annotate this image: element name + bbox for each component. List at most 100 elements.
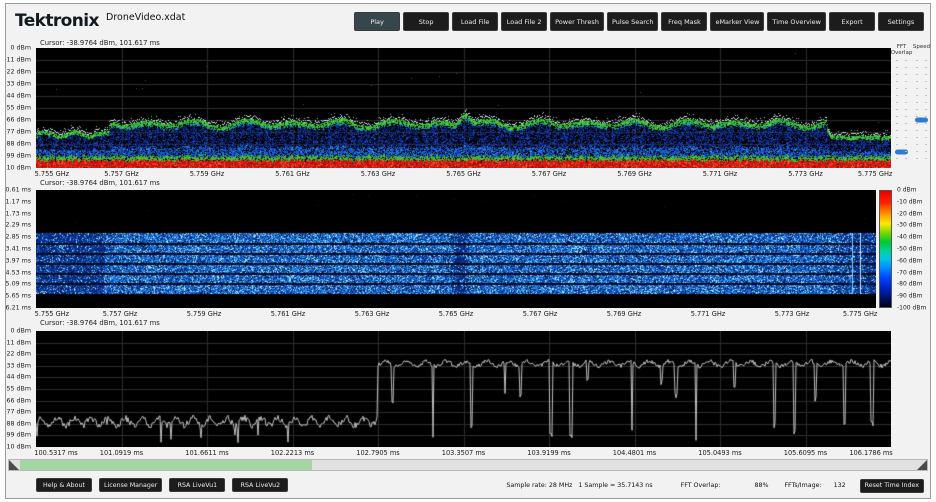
- colorbar-tick: -10 dBm: [897, 198, 922, 205]
- spectrum-y-tick: -88 dBm: [5, 141, 31, 148]
- fft-overlap-slider[interactable]: FFT Overlap: [893, 44, 910, 174]
- fft-overlap-slider-thumb[interactable]: [895, 149, 908, 154]
- spectrum-x-tick: 5.771 GHz: [703, 170, 738, 178]
- scroll-left-arrow-icon[interactable]: [9, 460, 19, 470]
- speed-slider-thumb[interactable]: [915, 118, 928, 123]
- spectrum-y-tick: -110 dBm: [5, 165, 31, 172]
- spectrogram-x-tick: 5.761 GHz: [271, 310, 306, 318]
- spectrum-y-tick: -33 dBm: [5, 81, 31, 88]
- spectrum-x-tick: 5.773 GHz: [788, 170, 823, 178]
- amplitude-y-tick: -55 dBm: [5, 386, 31, 393]
- spectrum-x-tick: 5.757 GHz: [104, 170, 139, 178]
- footer-button-help-about[interactable]: Help & About: [36, 478, 92, 492]
- toolbar-button-play[interactable]: Play: [354, 12, 400, 31]
- spectrum-y-axis: 0 dBm-11 dBm-22 dBm-33 dBm-44 dBm-55 dBm…: [6, 48, 34, 168]
- footer-button-rsa-livevu2[interactable]: RSA LiveVu2: [232, 478, 288, 492]
- spectrum-x-tick: 5.763 GHz: [361, 170, 396, 178]
- amplitude-y-tick: -110 dBm: [5, 444, 31, 451]
- toolbar-button-freq-mask[interactable]: Freq Mask: [661, 12, 707, 31]
- speed-slider-track[interactable]: [915, 60, 928, 164]
- amplitude-y-tick: -33 dBm: [5, 362, 31, 369]
- toolbar-button-stop[interactable]: Stop: [403, 12, 449, 31]
- fft-overlap-status-value: 88%: [754, 482, 768, 489]
- amplitude-x-tick: 104.4801 ms: [613, 449, 656, 457]
- spectrogram-x-tick: 5.757 GHz: [103, 310, 138, 318]
- amplitude-x-tick: 100.5317 ms: [34, 449, 77, 457]
- app-window: Tektronix DroneVideo.xdat PlayStopLoad F…: [5, 3, 931, 499]
- speed-slider[interactable]: Speed: [913, 44, 930, 174]
- spectrum-x-tick: 5.759 GHz: [190, 170, 225, 178]
- spectrum-x-tick: 5.761 GHz: [275, 170, 310, 178]
- spectrogram-x-tick: 5.755 GHz: [35, 310, 70, 318]
- amplitude-y-tick: -77 dBm: [5, 409, 31, 416]
- toolbar-button-settings[interactable]: Settings: [878, 12, 924, 31]
- toolbar-button-export[interactable]: Export: [829, 12, 875, 31]
- amplitude-y-axis: 0 dBm-11 dBm-22 dBm-33 dBm-44 dBm-55 dBm…: [6, 331, 34, 447]
- spectrum-y-tick: -55 dBm: [5, 105, 31, 112]
- sample-rate-label: Sample rate: 28 MHz: [506, 482, 572, 489]
- spectrum-x-tick: 5.769 GHz: [617, 170, 652, 178]
- amplitude-y-tick: 0 dBm: [11, 328, 31, 335]
- toolbar-button-time-overview[interactable]: Time Overview: [767, 12, 826, 31]
- footer-button-license-manager[interactable]: License Manager: [99, 478, 162, 492]
- persistence-spectrum-chart[interactable]: [36, 48, 891, 168]
- scroll-right-arrow-icon[interactable]: [917, 460, 927, 470]
- footer-button-rsa-livevu1[interactable]: RSA LiveVu1: [169, 478, 225, 492]
- amplitude-x-tick: 101.0919 ms: [100, 449, 143, 457]
- spectrum-y-tick: -22 dBm: [5, 69, 31, 76]
- amplitude-x-tick: 102.2213 ms: [271, 449, 314, 457]
- scroll-position-thumb[interactable]: [20, 460, 312, 470]
- spectrum-x-tick: 5.775 GHz: [858, 170, 893, 178]
- toolbar: PlayStopLoad FileLoad File 2Power Thresh…: [354, 12, 924, 31]
- amplitude-y-tick: -99 dBm: [5, 432, 31, 439]
- fft-overlap-slider-track[interactable]: [895, 60, 908, 164]
- color-scale-bar: [879, 190, 892, 308]
- amplitude-x-axis: 100.5317 ms101.0919 ms101.6611 ms102.221…: [36, 448, 891, 457]
- amplitude-x-tick: 105.6095 ms: [784, 449, 827, 457]
- toolbar-button-power-thresh[interactable]: Power Thresh: [550, 12, 604, 31]
- spectrogram-chart[interactable]: [36, 190, 876, 308]
- spectrogram-x-tick: 5.759 GHz: [187, 310, 222, 318]
- toolbar-button-load-file[interactable]: Load File: [452, 12, 498, 31]
- spectrogram-x-tick: 5.765 GHz: [439, 310, 474, 318]
- spectrogram-time-axis: 100.61 ms101.17 ms101.73 ms102.29 ms102.…: [6, 190, 34, 308]
- spectrogram-x-tick: 5.771 GHz: [691, 310, 726, 318]
- amplitude-x-tick: 103.3507 ms: [442, 449, 485, 457]
- spectrogram-time-tick: 102.85 ms: [5, 234, 31, 241]
- loaded-file-title: DroneVideo.xdat: [106, 12, 185, 23]
- spectrogram-time-tick: 103.97 ms: [5, 257, 31, 264]
- spectrogram-time-tick: 100.61 ms: [5, 187, 31, 194]
- colorbar-tick: -40 dBm: [897, 234, 922, 241]
- colorbar-axis: 0 dBm-10 dBm-20 dBm-30 dBm-40 dBm-50 dBm…: [895, 190, 929, 308]
- status-bar: Sample rate: 28 MHz 1 Sample = 35.7143 n…: [506, 478, 924, 493]
- amplitude-y-tick: -11 dBm: [5, 339, 31, 346]
- colorbar-tick: 0 dBm: [897, 187, 917, 194]
- cursor-readout-spectrum: Cursor: -38.9764 dBm, 101.617 ms: [40, 39, 160, 47]
- fft-overlap-status-label: FFT Overlap:: [681, 482, 721, 489]
- spectrum-y-tick: -66 dBm: [5, 117, 31, 124]
- time-scrollbar[interactable]: [8, 459, 928, 471]
- amplitude-x-tick: 103.9199 ms: [527, 449, 570, 457]
- amplitude-x-tick: 102.7905 ms: [356, 449, 399, 457]
- toolbar-button-emarker-view[interactable]: eMarker View: [710, 12, 764, 31]
- colorbar-tick: -90 dBm: [897, 293, 922, 300]
- toolbar-button-pulse-search[interactable]: Pulse Search: [607, 12, 659, 31]
- colorbar-tick: -30 dBm: [897, 222, 922, 229]
- spectrogram-x-axis: 5.755 GHz 5.757 GHz 5.759 GHz 5.761 GHz 5.76…: [36, 309, 876, 318]
- amplitude-y-tick: -44 dBm: [5, 374, 31, 381]
- amplitude-y-tick: -88 dBm: [5, 420, 31, 427]
- amplitude-x-tick: 106.1786 ms: [849, 449, 892, 457]
- tektronix-logo: Tektronix: [15, 11, 99, 31]
- spectrogram-time-tick: 106.21 ms: [5, 305, 31, 312]
- amplitude-x-tick: 105.0493 ms: [698, 449, 741, 457]
- toolbar-button-load-file-2[interactable]: Load File 2: [501, 12, 547, 31]
- spectrogram-time-tick: 102.29 ms: [5, 222, 31, 229]
- reset-time-index-button[interactable]: Reset Time Index: [860, 479, 924, 493]
- amplitude-time-chart[interactable]: [36, 331, 891, 447]
- ffts-per-image-label: FFTs/Image:: [784, 482, 821, 489]
- spectrogram-time-tick: 104.53 ms: [5, 269, 31, 276]
- spectrogram-x-tick: 5.763 GHz: [355, 310, 390, 318]
- spectrum-y-tick: -44 dBm: [5, 93, 31, 100]
- spectrogram-x-tick: 5.767 GHz: [523, 310, 558, 318]
- spectrogram-x-tick: 5.775 GHz: [843, 310, 878, 318]
